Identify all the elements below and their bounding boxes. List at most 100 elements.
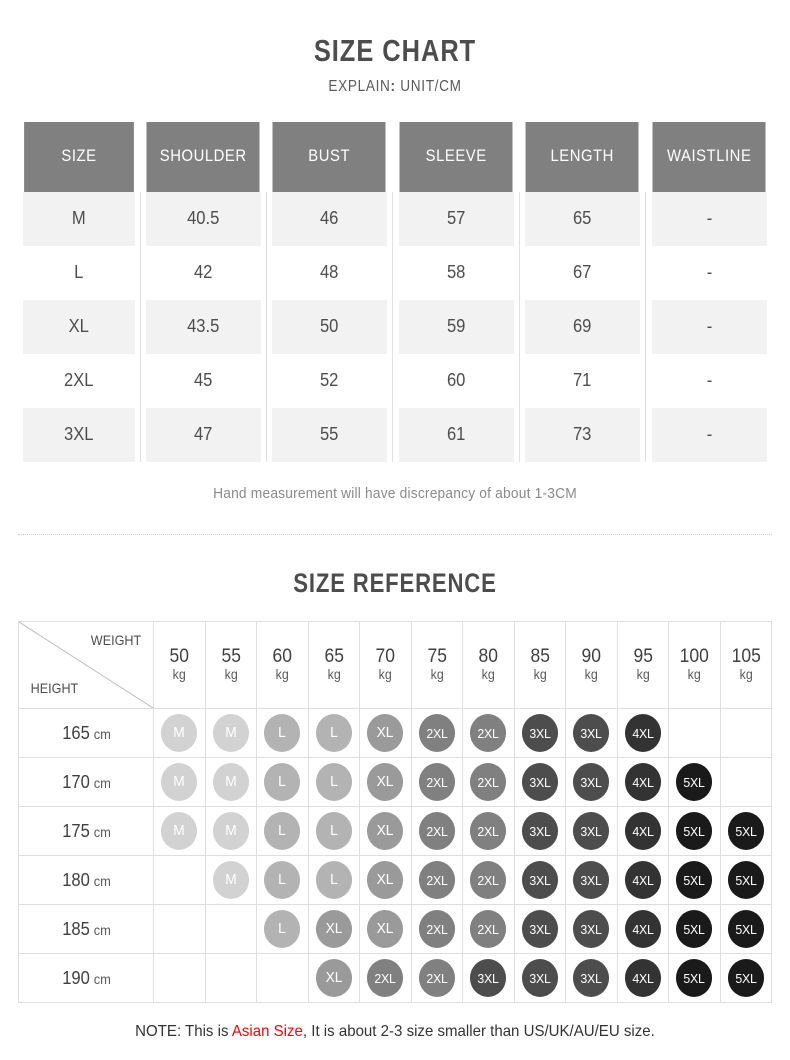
size-chart-cell: 43.5 [145,299,262,354]
size-bubble: L [315,714,352,753]
measurement-note: Hand measurement will have discrepancy o… [213,485,577,502]
size-bubble: 3XL [573,812,610,851]
weight-axis-label: WEIGHT [90,632,142,649]
size-bubble: 2XL [418,910,455,949]
size-chart-col-header: WAISTLINE [651,121,766,192]
weight-unit: kg [224,667,238,683]
size-bubble: 5XL [676,861,713,900]
size-chart-cell: 45 [145,353,262,408]
size-bubble: L [315,763,352,802]
height-value: 165 [61,722,90,743]
height-row-header: 190 cm [18,953,154,1004]
size-bubble: 5XL [676,959,713,998]
size-bubble: L [264,812,301,851]
size-chart-cell: M [22,191,136,246]
size-bubble: 4XL [624,812,661,851]
size-chart-cell: 2XL [22,353,136,408]
size-reference-cell: 2XL [410,904,463,955]
size-reference-cell [204,904,257,955]
weight-column-header: 100 kg [668,621,721,710]
size-chart-cell: 55 [271,407,389,462]
size-reference-cell: 2XL [462,904,515,955]
weight-unit: kg [533,667,547,683]
size-reference-cell [719,708,772,759]
size-bubble: L [264,714,301,753]
size-reference-row: 180 cm M L L XL 2XL 2XL 3XL 3XL 4XL 5XL 5XL [18,855,772,906]
size-reference-cell [153,855,206,906]
size-reference-cell: 3XL [565,757,618,808]
size-reference-cell: 2XL [462,708,515,759]
size-chart-cell: 42 [145,245,262,300]
size-reference-cell: L [307,855,360,906]
size-bubble: M [212,861,249,900]
size-reference-cell: 2XL [462,757,515,808]
size-reference-cell: 5XL [668,904,721,955]
weight-column-header: 60 kg [256,621,309,710]
size-bubble: 3XL [521,812,558,851]
size-bubble: 3XL [521,763,558,802]
height-unit: cm [93,921,111,938]
height-value: 180 [61,869,90,890]
size-chart-header-row: SIZE SHOULDER BUST SLEEVE LENGTH WAISTLINE [18,121,772,192]
size-bubble: 3XL [573,910,610,949]
size-bubble: L [315,861,352,900]
size-chart-cell: 3XL [22,407,136,462]
size-reference-cell: XL [359,855,412,906]
size-bubble: 3XL [521,714,558,753]
size-bubble: XL [367,910,404,949]
size-reference-cell: XL [359,708,412,759]
size-bubble: 5XL [676,812,713,851]
size-reference-cell: 3XL [513,904,566,955]
size-reference-cell: 2XL [410,953,463,1004]
size-bubble: M [161,763,198,802]
size-bubble: XL [367,812,404,851]
weight-value: 55 [221,646,241,668]
size-reference-cell [668,708,721,759]
size-bubble: 4XL [624,861,661,900]
size-bubble: 3XL [573,959,610,998]
size-chart-cell: 40.5 [145,191,262,246]
size-reference-cell: XL [359,757,412,808]
size-bubble: 3XL [573,714,610,753]
size-reference-cell: 3XL [565,953,618,1004]
size-chart-cell: 67 [524,245,641,300]
size-reference-cell: XL [359,904,412,955]
size-chart-cell: 57 [397,191,515,246]
size-chart-cell: 59 [397,299,515,354]
size-chart-col-header: LENGTH [525,121,640,192]
size-reference-cell: 5XL [719,904,772,955]
size-bubble: 4XL [624,959,661,998]
size-reference-title: SIZE REFERENCE [293,567,497,598]
size-bubble: M [161,812,198,851]
size-chart-cell: 73 [524,407,641,462]
size-chart-cell: XL [22,299,136,354]
size-chart-table: SIZE SHOULDER BUST SLEEVE LENGTH WAISTLINE M4… [18,121,772,462]
note-suffix: , It is about 2-3 size smaller than US/U… [302,1023,655,1041]
size-reference-cell: 5XL [668,953,721,1004]
weight-unit: kg [739,667,753,683]
weight-column-header: 80 kg [462,621,515,710]
height-weight-corner-cell: WEIGHT HEIGHT [18,621,154,710]
weight-value: 85 [530,646,550,668]
subtitle-colon: : [390,78,396,96]
height-unit: cm [93,970,111,987]
size-reference-cell: L [256,855,309,906]
size-chart-cell: L [22,245,136,300]
size-chart-cell: 58 [397,245,515,300]
size-chart-row: L 42 48 58 67- [18,245,772,300]
size-bubble: 3XL [521,910,558,949]
size-bubble: 3XL [573,763,610,802]
size-reference-cell: L [256,904,309,955]
size-bubble: 5XL [676,763,713,802]
size-reference-body: 165 cm M M L L XL 2XL 2XL 3XL 3XL 4XL 170 cm M M L L XL 2XL… [18,708,772,1004]
size-chart-cell: 52 [271,353,389,408]
height-row-header: 165 cm [18,708,154,759]
size-bubble: 2XL [418,714,455,753]
size-bubble: 5XL [727,812,764,851]
weight-value: 65 [324,646,344,668]
size-bubble: XL [367,763,404,802]
size-reference-cell: 3XL [513,855,566,906]
weight-unit: kg [584,667,598,683]
weight-value: 50 [169,646,189,668]
size-bubble: L [264,763,301,802]
